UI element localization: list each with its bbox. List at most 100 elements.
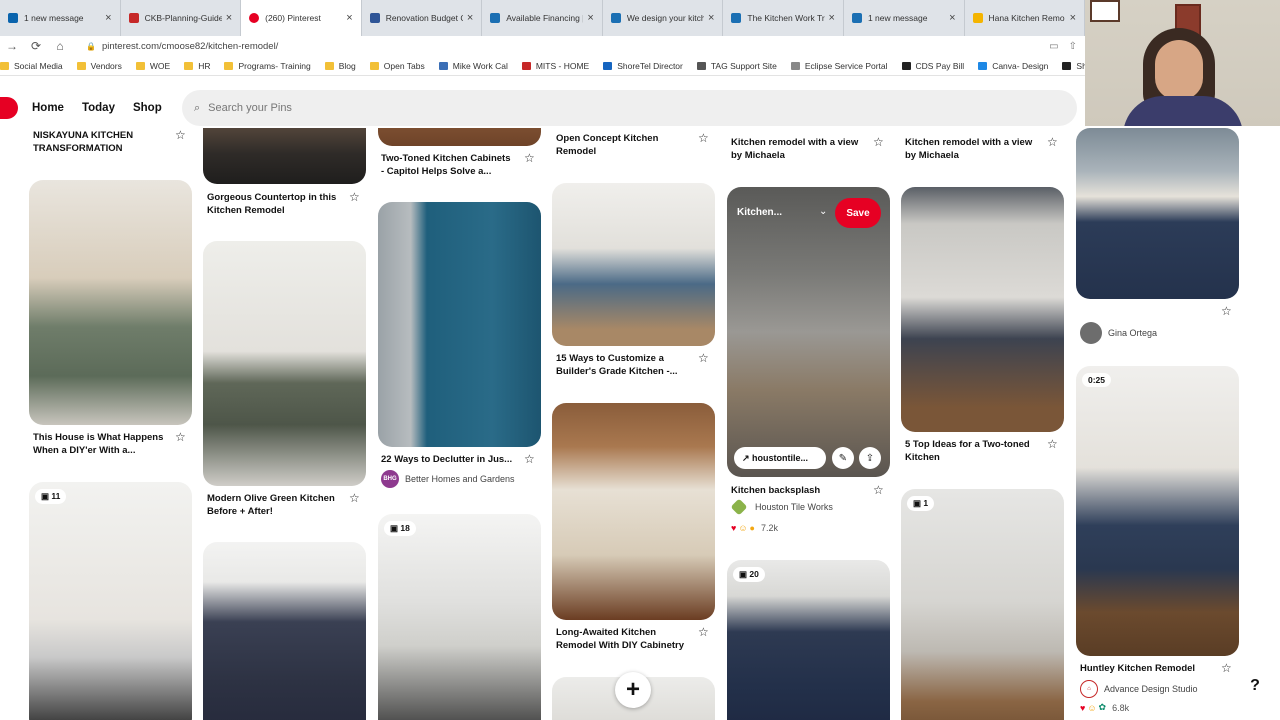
bookmark-item[interactable]: TAG Support Site [696,61,777,71]
bookmark-item[interactable]: Mike Work Cal [438,61,508,71]
nav-today[interactable]: Today [82,102,115,114]
pin-image[interactable] [552,403,715,620]
pin-image[interactable] [378,202,541,447]
save-button[interactable]: Save [835,198,881,228]
bookmark-item[interactable]: WOE [135,61,170,71]
pin-image[interactable] [29,180,192,425]
pin-title[interactable]: 15 Ways to Customize a Builder's Grade K… [556,352,678,378]
star-icon[interactable]: ☆ [698,131,709,145]
star-icon[interactable]: ☆ [524,452,535,466]
pinterest-logo-icon[interactable] [0,97,18,119]
bookmark-item[interactable]: Programs- Training [224,61,311,71]
pin-title[interactable]: 22 Ways to Declutter in Jus... [381,453,512,466]
add-pin-button[interactable]: + [615,672,651,708]
star-icon[interactable]: ☆ [698,351,709,365]
star-icon[interactable]: ☆ [698,625,709,639]
star-icon[interactable]: ☆ [349,491,360,505]
close-icon[interactable]: × [226,12,232,24]
star-icon[interactable]: ☆ [1047,437,1058,451]
browser-tab[interactable]: Renovation Budget Ca × [362,0,483,36]
reload-icon[interactable]: ⟳ [24,39,48,53]
bookmark-item[interactable]: Vendors [76,61,122,71]
pin-title[interactable]: Kitchen remodel with a view by Michaela [731,136,858,162]
pin-title[interactable]: NISKAYUNA KITCHEN TRANSFORMATION [33,129,133,155]
pin-title[interactable]: Two-Toned Kitchen Cabinets - Capitol Hel… [381,152,510,178]
share-icon[interactable]: ⇪ [859,447,881,469]
browser-tab[interactable]: Available Financing | C × [482,0,603,36]
pin-title[interactable]: Kitchen remodel with a view by Michaela [905,136,1032,162]
browser-tab[interactable]: 1 new message × [0,0,121,36]
pin-title[interactable]: 5 Top Ideas for a Two-toned Kitchen [905,438,1030,464]
pin-image[interactable] [203,241,366,486]
pin-image[interactable] [552,183,715,346]
pin-title[interactable]: Open Concept Kitchen Remodel [556,132,658,158]
bookmark-item[interactable]: ShoreTel Director [603,61,683,71]
bookmark-item[interactable]: Eclipse Service Portal [790,61,888,71]
pin-title[interactable]: Modern Olive Green Kitchen Before + Afte… [207,492,335,518]
pin-image[interactable] [901,489,1064,720]
star-icon[interactable]: ☆ [1221,304,1232,318]
close-icon[interactable]: × [105,12,111,24]
pin-image-hovered[interactable] [727,187,890,477]
browser-tab[interactable]: CKB-Planning-Guide- × [121,0,242,36]
bookmark-item[interactable]: Social Media [0,61,63,71]
pin-image[interactable] [378,514,541,720]
star-icon[interactable]: ☆ [175,430,186,444]
bookmark-item[interactable]: ShoreTel Comm [1062,61,1085,71]
url-field[interactable]: 🔒 pinterest.com/cmoose82/kitchen-remodel/ [86,41,278,52]
close-icon[interactable]: × [1070,12,1076,24]
star-icon[interactable]: ☆ [524,151,535,165]
close-icon[interactable]: × [949,12,955,24]
bookmark-item[interactable]: Blog [324,61,356,71]
bookmark-item[interactable]: CDS Pay Bill [901,61,964,71]
edit-icon[interactable]: ✎ [832,447,854,469]
star-icon[interactable]: ☆ [1221,661,1232,675]
help-button[interactable]: ? [1237,668,1273,704]
home-icon[interactable]: ⌂ [48,39,72,53]
pin-title[interactable]: Long-Awaited Kitchen Remodel With DIY Ca… [556,626,684,652]
pin-link-button[interactable]: ↗ houstontile... [734,447,826,469]
forward-icon[interactable]: → [0,39,24,53]
pin-title[interactable]: Huntley Kitchen Remodel [1080,662,1195,675]
pin-source[interactable]: BHG Better Homes and Gardens [381,470,515,488]
pin-image[interactable] [1076,128,1239,299]
bookmark-item[interactable]: Open Tabs [369,61,425,71]
pin-video[interactable] [1076,366,1239,656]
browser-tab[interactable]: Hana Kitchen Remo × [965,0,1086,36]
browser-tab[interactable]: The Kitchen Work Tria × [723,0,844,36]
browser-tab[interactable]: (260) Pinterest × [241,0,362,36]
star-icon[interactable]: ☆ [873,135,884,149]
pin-source[interactable]: ⌂ Advance Design Studio [1080,680,1198,698]
pin-title[interactable]: Kitchen backsplash [731,484,820,497]
bookmark-item[interactable]: Canva- Design [978,61,1048,71]
pin-image[interactable] [203,128,366,184]
pin-source[interactable]: Gina Ortega [1080,322,1157,344]
bookmark-item[interactable]: HR [184,61,210,71]
close-icon[interactable]: × [829,12,835,24]
pin-image[interactable] [203,542,366,720]
pin-source[interactable]: Houston Tile Works [730,498,833,516]
close-icon[interactable]: × [467,12,473,24]
chevron-down-icon[interactable]: ⌄ [819,206,827,217]
star-icon[interactable]: ☆ [1047,135,1058,149]
pin-image[interactable] [727,560,890,720]
close-icon[interactable]: × [346,12,352,24]
search-input[interactable]: ⌕ Search your Pins [182,90,1077,126]
screenshot-icon[interactable]: ▭ [1049,41,1058,52]
board-select-label[interactable]: Kitchen... [737,207,782,218]
browser-tab[interactable]: We design your kitche × [603,0,724,36]
pin-image[interactable] [901,187,1064,432]
bookmark-item[interactable]: MITS - HOME [521,61,589,71]
star-icon[interactable]: ☆ [349,190,360,204]
nav-home[interactable]: Home [32,102,64,114]
browser-tab[interactable]: 1 new message × [844,0,965,36]
pin-title[interactable]: Gorgeous Countertop in this Kitchen Remo… [207,191,336,217]
pin-title[interactable]: This House is What Happens When a DIY'er… [33,431,163,457]
close-icon[interactable]: × [587,12,593,24]
pin-image[interactable] [378,128,541,146]
star-icon[interactable]: ☆ [175,128,186,142]
nav-shop[interactable]: Shop [133,102,162,114]
pin-image[interactable] [29,482,192,720]
share-icon[interactable]: ⇧ [1069,41,1077,52]
close-icon[interactable]: × [708,12,714,24]
